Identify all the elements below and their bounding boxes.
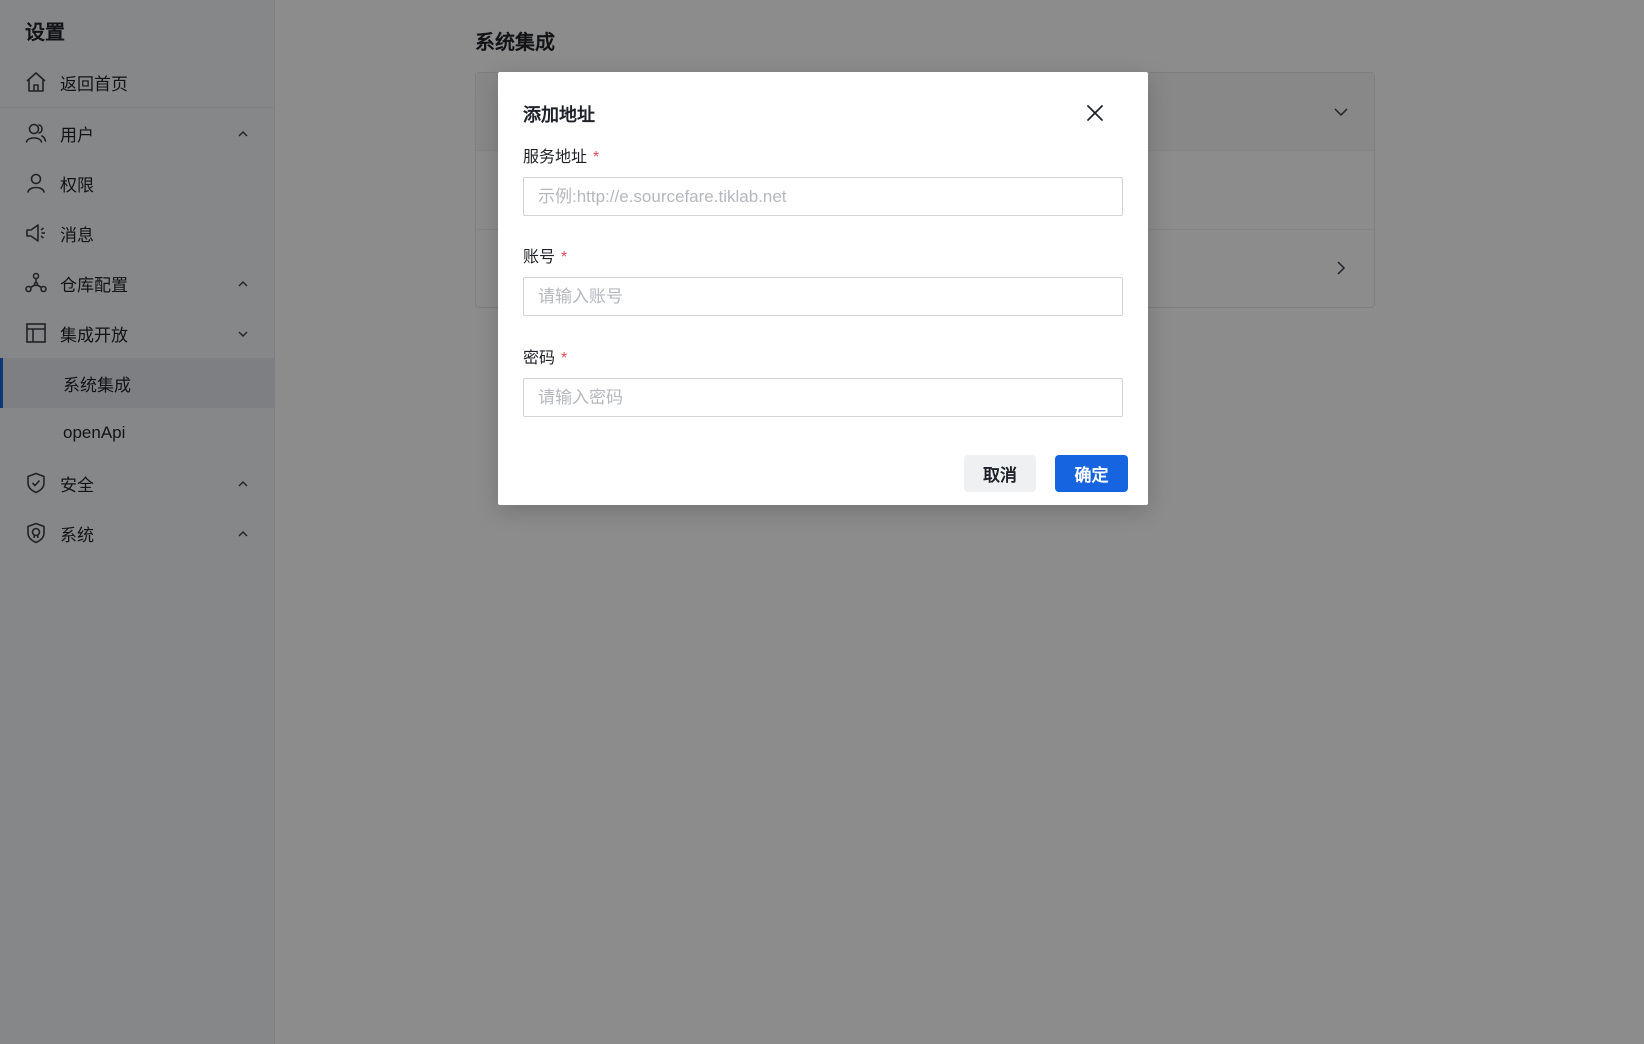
required-mark: * [561,350,568,367]
add-address-modal: 添加地址 服务地址 * 账号 * 密码 * 取消 确定 [498,72,1148,505]
required-mark: * [561,249,568,266]
app-root: 设置 返回首页 用户 权限 消息 仓库配置 集成开放 系统集成 openApi … [0,0,1644,1044]
service-url-label: 服务地址 * [523,143,599,167]
service-url-input[interactable] [523,177,1123,216]
close-icon[interactable] [1084,102,1106,124]
password-label: 密码 * [523,344,567,368]
field-label-text: 密码 [523,350,556,367]
password-input[interactable] [523,378,1123,417]
account-label: 账号 * [523,243,567,267]
modal-title: 添加地址 [523,105,595,125]
field-label-text: 账号 [523,249,556,266]
confirm-button[interactable]: 确定 [1055,455,1128,492]
field-label-text: 服务地址 [523,149,588,166]
account-input[interactable] [523,277,1123,316]
required-mark: * [593,149,600,166]
cancel-button[interactable]: 取消 [964,455,1036,492]
